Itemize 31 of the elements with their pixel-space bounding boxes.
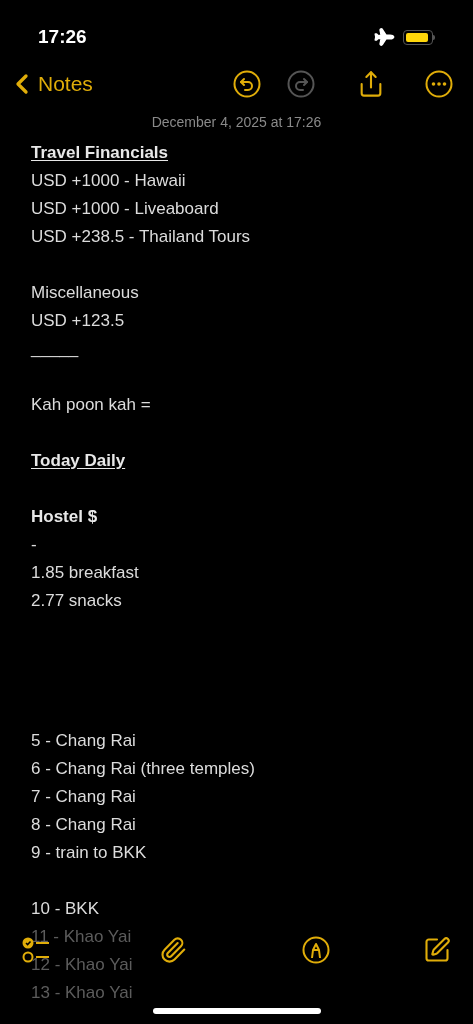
- note-line: 13 - Khao Yai: [31, 982, 133, 1004]
- note-line: 11 - Khao Yai: [31, 926, 132, 948]
- note-line: USD +1000 - Hawaii: [31, 170, 186, 192]
- note-line: USD +123.5: [31, 310, 125, 332]
- note-line: 7 - Chang Rai: [31, 786, 136, 808]
- note-line: 1.85 breakfast: [31, 562, 139, 584]
- battery-icon: [403, 29, 435, 45]
- note-line: 2.77 snacks: [31, 590, 122, 612]
- note-line: 10 - BKK: [31, 898, 100, 920]
- note-line: 5 - Chang Rai: [31, 730, 136, 752]
- note-line: Kah poon kah =: [31, 394, 151, 416]
- note-heading: Today Daily: [31, 450, 126, 472]
- undo-icon[interactable]: [233, 70, 261, 98]
- note-line: _____: [31, 338, 79, 360]
- back-button[interactable]: Notes: [6, 68, 93, 100]
- note-line: 12 - Khao Yai: [31, 954, 133, 976]
- note-subheading: Hostel $: [31, 506, 98, 528]
- more-icon[interactable]: [425, 70, 453, 98]
- note-line: USD +238.5 - Thailand Tours: [31, 226, 251, 248]
- status-time: 17:26: [38, 24, 87, 49]
- note-line: 8 - Chang Rai: [31, 814, 136, 836]
- note-line: 6 - Chang Rai (three temples): [31, 758, 255, 780]
- note-line: USD +1000 - Liveaboard: [31, 198, 219, 220]
- markup-pen-icon[interactable]: [302, 936, 330, 964]
- compose-icon[interactable]: [423, 936, 451, 964]
- note-line: Miscellaneous: [31, 282, 139, 304]
- note-date: December 4, 2025 at 17:26: [151, 113, 322, 132]
- note-line: 9 - train to BKK: [31, 842, 147, 864]
- note-line: -: [31, 534, 37, 556]
- note-heading: Travel Financials: [31, 142, 168, 164]
- paperclip-icon[interactable]: [159, 936, 187, 964]
